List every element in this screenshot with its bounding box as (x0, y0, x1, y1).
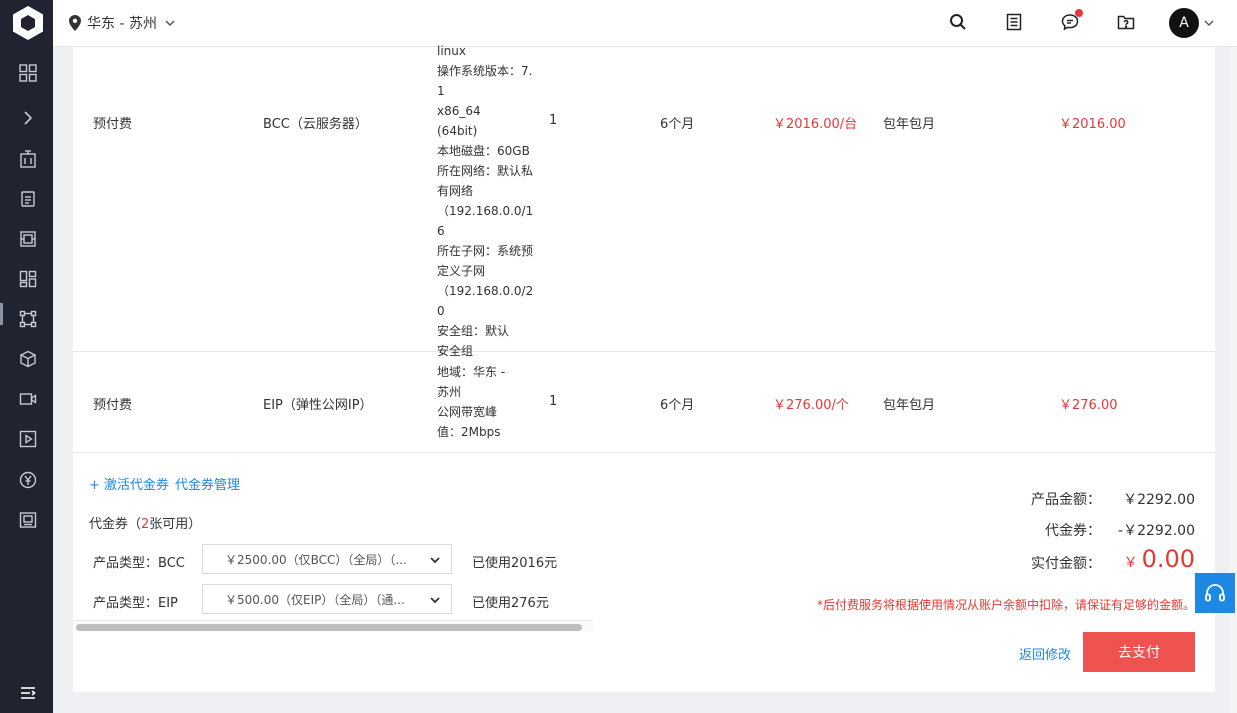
duration-cell: 6个月 (660, 398, 695, 413)
voucher-selected-value: ￥2500.00（仅BCC）（全局）（... (225, 552, 407, 567)
total-cell: ￥2016.00 (1059, 117, 1126, 132)
pay-type-cell: 预付费 (93, 117, 133, 132)
config-line: （192.168.0.0/16 (437, 204, 534, 238)
logo-icon[interactable] (10, 4, 46, 42)
pay-amount-label: 实付金额： (1031, 556, 1101, 572)
region-label: 华东 - 苏州 (87, 16, 157, 32)
server-icon[interactable] (19, 230, 37, 248)
config-line: 本地磁盘：60GB (437, 144, 530, 158)
config-line: x86_64 (437, 104, 481, 118)
config-line: 所在网络：默认私有网络 (437, 164, 534, 198)
network-icon[interactable] (19, 310, 37, 328)
table-row: 预付费 BCC（云服务器） linux 操作系统版本：7.1 x86_64 (6… (73, 44, 1215, 358)
id-card-icon[interactable] (19, 511, 37, 529)
chevron-down-icon (430, 597, 440, 604)
sidebar (0, 0, 53, 713)
postpaid-notice: *后付费服务将根据使用情况从账户余额中扣除，请保证有足够的金额。 (816, 598, 1195, 612)
unit-price-cell: ￥276.00/个 (773, 398, 849, 413)
voucher-title: 代金券（2张可用） (89, 513, 201, 532)
headset-icon (1205, 584, 1225, 602)
config-line: 公网带宽峰值：2Mbps (437, 405, 501, 439)
config-cell: 地域：华东 - 苏州 公网带宽峰值：2Mbps (437, 362, 517, 442)
voucher-type-label-bcc: 产品类型：BCC (93, 556, 185, 571)
voucher-used-eip: 已使用276元 (472, 596, 549, 611)
quantity-cell: 1 (549, 113, 558, 128)
yuan-coin-icon[interactable] (19, 471, 37, 489)
voucher-amount-label: 代金券： (1045, 523, 1101, 539)
config-line: （192.168.0.0/20 (437, 284, 534, 318)
billing-cell: 包年包月 (883, 117, 936, 132)
media-play-icon[interactable] (19, 430, 37, 448)
billing-cell: 包年包月 (883, 398, 936, 413)
cube-icon[interactable] (19, 350, 37, 368)
back-modify-link[interactable]: 返回修改 (1019, 644, 1071, 663)
top-header: 华东 - 苏州 A (53, 0, 1237, 47)
pay-amount-value: 0.00 (1141, 545, 1195, 573)
config-line: 所在子网：系统预定义子网 (437, 244, 534, 278)
quantity-cell: 1 (549, 394, 558, 409)
location-pin-icon (69, 15, 81, 31)
pay-button[interactable]: 去支付 (1083, 632, 1195, 672)
expand-chevron-icon[interactable] (19, 109, 37, 127)
video-camera-icon[interactable] (19, 390, 37, 408)
product-amount-label: 产品金额： (1031, 492, 1101, 508)
region-selector[interactable]: 华东 - 苏州 (69, 13, 177, 33)
message-icon[interactable] (1060, 9, 1083, 32)
voucher-used-bcc: 已使用2016元 (472, 556, 558, 571)
config-cell: linux 操作系统版本：7.1 x86_64 (64bit) 本地磁盘：60G… (437, 41, 537, 361)
sidebar-active-indicator (0, 303, 3, 325)
document-icon[interactable] (19, 190, 37, 208)
unit-price-cell: ￥2016.00/台 (773, 117, 858, 132)
config-line: 安全组：默认 (437, 324, 510, 338)
avatar[interactable]: A (1169, 8, 1199, 38)
pay-type-cell: 预付费 (93, 398, 133, 413)
config-line: 操作系统版本：7.1 (437, 64, 533, 98)
search-icon[interactable] (948, 12, 968, 32)
menu-collapse-icon[interactable] (19, 684, 37, 702)
product-amount-value: ￥2292.00 (1123, 492, 1195, 508)
dashboard-grid-icon[interactable] (19, 64, 37, 82)
building-icon[interactable] (19, 150, 37, 168)
notification-dot (1075, 9, 1083, 17)
apps-grid-icon[interactable] (19, 270, 37, 288)
product-cell: BCC（云服务器） (263, 117, 368, 132)
page-scrollbar[interactable] (1229, 47, 1237, 713)
chevron-down-icon (430, 557, 440, 564)
voucher-select-bcc[interactable]: ￥2500.00（仅BCC）（全局）（... (202, 544, 452, 574)
product-cell: EIP（弹性公网IP） (263, 398, 373, 413)
voucher-manage-link[interactable]: 代金券管理 (175, 474, 240, 493)
customer-support-button[interactable] (1195, 573, 1235, 613)
avatar-chevron-down-icon[interactable] (1203, 17, 1215, 29)
pay-currency: ￥ (1123, 555, 1138, 571)
config-line: linux (437, 44, 466, 58)
scrollbar-thumb[interactable] (76, 624, 582, 631)
voucher-horizontal-scrollbar[interactable] (74, 620, 593, 632)
help-folder-icon[interactable] (1116, 12, 1136, 32)
voucher-selected-value: ￥500.00（仅EIP）（全局）（通... (225, 592, 405, 607)
orders-list-icon[interactable] (1004, 12, 1024, 32)
table-row: 预付费 EIP（弹性公网IP） 地域：华东 - 苏州 公网带宽峰值：2Mbps … (73, 352, 1215, 453)
config-line: 地域：华东 - 苏州 (437, 365, 509, 399)
voucher-title-prefix: 代金券（ (89, 517, 142, 532)
chevron-down-icon (165, 20, 175, 27)
config-line: (64bit) (437, 124, 478, 138)
voucher-title-suffix: 张可用） (149, 517, 202, 532)
voucher-type-label-eip: 产品类型：EIP (93, 596, 178, 611)
total-cell: ￥276.00 (1059, 398, 1118, 413)
order-confirm-card: 预付费 BCC（云服务器） linux 操作系统版本：7.1 x86_64 (6… (73, 44, 1215, 692)
duration-cell: 6个月 (660, 117, 695, 132)
pay-amount: ￥ 0.00 (1124, 545, 1195, 573)
voucher-select-eip[interactable]: ￥500.00（仅EIP）（全局）（通... (202, 584, 452, 614)
activate-voucher-link[interactable]: + 激活代金券 (89, 474, 169, 493)
voucher-amount-value: -￥2292.00 (1118, 523, 1195, 539)
